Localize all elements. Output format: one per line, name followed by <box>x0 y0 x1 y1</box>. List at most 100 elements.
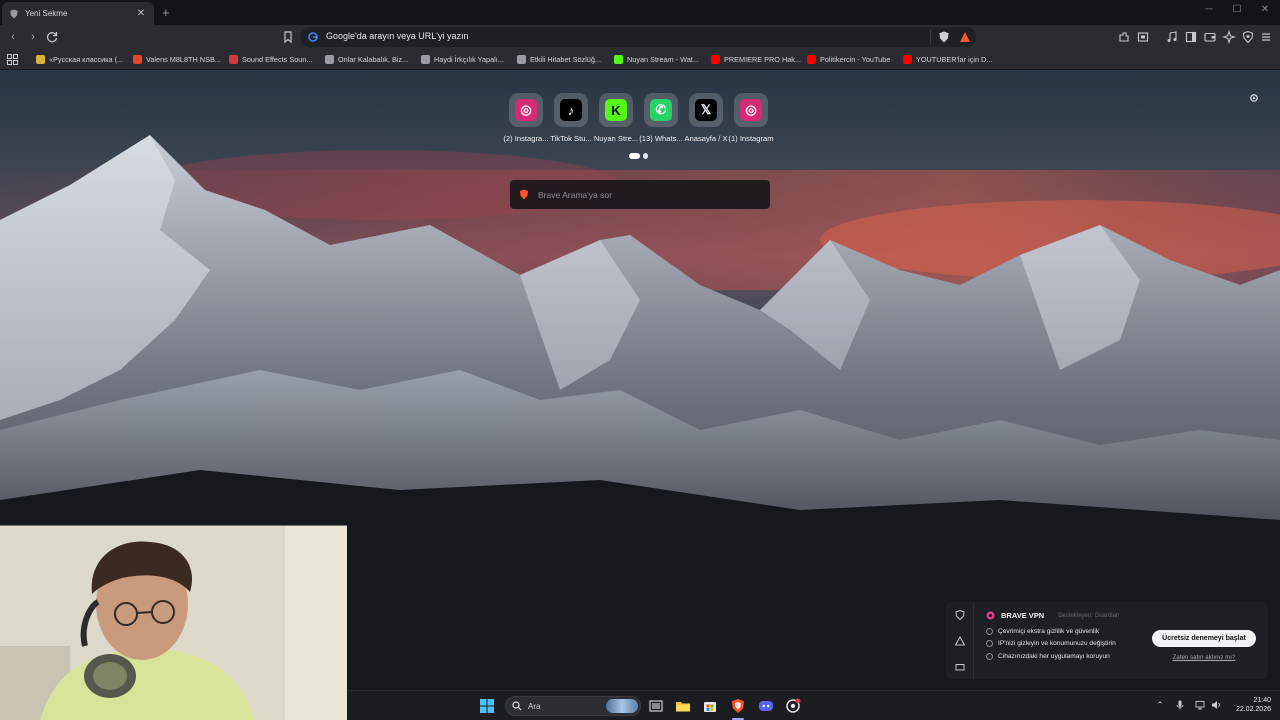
vpn-feature-text: Çevrimiçi ekstra gizlilik ve güvenlik <box>998 628 1100 635</box>
maximize-button[interactable]: ☐ <box>1228 4 1246 15</box>
tab-new-tab[interactable]: Yeni Sekme ✕ <box>2 2 154 25</box>
warning-triangle-icon[interactable] <box>955 636 965 646</box>
bookmark-item[interactable]: Nuyan Stream - Wat... <box>614 53 699 66</box>
vpn-card-sidebar <box>946 602 974 679</box>
bookmarks-bar: «Русская классика (... Valens M8L8TH NSB.… <box>0 49 1280 70</box>
network-icon[interactable] <box>1195 700 1205 710</box>
record-icon <box>133 55 142 64</box>
pager-dot-active[interactable] <box>629 153 640 159</box>
kick-icon <box>614 55 623 64</box>
vpn-shield-icon[interactable] <box>955 610 965 620</box>
sidebar-icon[interactable] <box>1184 30 1198 44</box>
address-bar[interactable]: Google'da arayın veya URL'yi yazın <box>300 27 976 47</box>
brave-shield-icon <box>10 9 18 18</box>
bookmark-item[interactable]: YOUTUBER'lar için D... <box>903 53 992 66</box>
volume-icon[interactable] <box>1211 700 1221 710</box>
instagram-icon: ◎ <box>515 99 537 121</box>
card-icon[interactable] <box>955 662 965 672</box>
vpn-header: BRAVE VPN Destekleyen: Guardian <box>986 611 1119 620</box>
bookmark-icon[interactable] <box>281 30 295 44</box>
windows-start-icon[interactable] <box>479 698 495 714</box>
globe-icon <box>325 55 334 64</box>
brave-browser-icon[interactable] <box>730 698 746 714</box>
bookmark-item[interactable]: «Русская классика (... <box>36 53 123 66</box>
ntp-settings-icon[interactable] <box>1248 92 1260 104</box>
vpn-feature: Çevrimiçi ekstra gizlilik ve güvenlik <box>986 628 1099 635</box>
top-site-tile[interactable]: ◎ (2) Instagra... <box>503 92 549 144</box>
top-site-icon-frame: ✆ <box>644 93 678 127</box>
wallet-icon[interactable] <box>1203 30 1217 44</box>
top-site-tile[interactable]: 𝕏 Anasayfa / X <box>684 92 728 144</box>
address-bar-divider <box>930 30 931 44</box>
already-purchased-link[interactable]: Zaten satın aldınız mı? <box>1152 654 1256 661</box>
kick-icon: K <box>605 99 627 121</box>
tab-title: Yeni Sekme <box>25 9 68 18</box>
globe-icon <box>421 55 430 64</box>
top-site-icon-frame: K <box>599 93 633 127</box>
system-clock[interactable]: 21:40 22.02.2026 <box>1227 696 1271 714</box>
menu-icon[interactable] <box>1259 30 1273 44</box>
bookmark-item[interactable]: PREMIERE PRO Hak... <box>711 53 801 66</box>
top-site-tile[interactable]: ✆ (13) Whats... <box>639 92 683 144</box>
microphone-icon[interactable] <box>1175 700 1185 710</box>
address-bar-text: Google'da arayın veya URL'yi yazın <box>326 31 469 41</box>
top-site-tile[interactable]: ◎ (1) Instagram <box>728 92 774 144</box>
brave-vpn-card: BRAVE VPN Destekleyen: Guardian Çevrimiç… <box>946 602 1268 679</box>
forward-icon[interactable]: › <box>26 30 40 44</box>
vpn-feature-text: Cihazınızdaki her uygulamayı koruyun <box>998 653 1110 660</box>
music-icon[interactable] <box>1165 30 1179 44</box>
taskbar-search[interactable]: Ara <box>505 696 641 716</box>
brave-search-box[interactable]: Brave Arama'ya sor <box>510 180 770 209</box>
bookmark-item[interactable]: Haydi İrkçılık Yapalı... <box>421 53 504 66</box>
vpn-title: BRAVE VPN <box>1001 611 1045 620</box>
reload-icon[interactable] <box>45 30 59 44</box>
top-site-tile[interactable]: ♪ TikTok Stu... <box>549 92 593 144</box>
tab-close-icon[interactable]: ✕ <box>135 8 147 19</box>
back-icon[interactable]: ‹ <box>6 30 20 44</box>
minimize-button[interactable]: ─ <box>1200 4 1218 15</box>
bookmark-item[interactable]: Onlar Kalabalık, Biz... <box>325 53 408 66</box>
vpn-feature-text: IP'nizi gizleyin ve konumunuzu değiştiri… <box>998 640 1116 647</box>
microsoft-store-icon[interactable] <box>702 698 718 714</box>
bookmark-label: «Русская классика (... <box>49 55 124 64</box>
apps-grid-icon[interactable] <box>7 54 18 65</box>
top-site-tile[interactable]: K Nuyan Stre... <box>594 92 638 144</box>
search-icon <box>512 701 522 711</box>
x-icon: 𝕏 <box>695 99 717 121</box>
globe-icon <box>517 55 526 64</box>
task-view-icon[interactable] <box>648 698 664 714</box>
bookmark-item[interactable]: Sound Effects Soun... <box>229 53 312 66</box>
vpn-logo-icon <box>986 611 995 620</box>
pager-dot[interactable] <box>643 153 648 159</box>
top-site-icon-frame: ♪ <box>554 93 588 127</box>
top-site-icon-frame: ◎ <box>734 93 768 127</box>
vpn-shield-icon[interactable] <box>1241 30 1255 44</box>
leo-ai-icon[interactable] <box>1222 30 1236 44</box>
top-sites-pager <box>629 153 651 159</box>
start-free-trial-button[interactable]: Ücretsiz denemeyi başlat <box>1152 630 1256 647</box>
recording-app-icon[interactable] <box>785 698 801 714</box>
top-sites: ◎ (2) Instagra... ♪ TikTok Stu... K Nuyan Str… <box>503 92 776 144</box>
tray-overflow-icon[interactable]: ⌃ <box>1155 700 1165 710</box>
vpn-feature: Cihazınızdaki her uygulamayı koruyun <box>986 653 1110 660</box>
tab-strip: Yeni Sekme ✕ + ─ ☐ ✕ <box>0 0 1280 25</box>
bookmark-item[interactable]: Politikercin - YouTube <box>807 53 890 66</box>
google-icon <box>308 32 318 42</box>
brave-rewards-icon[interactable] <box>959 31 971 43</box>
clock-time: 21:40 <box>1253 697 1271 704</box>
bookmark-item[interactable]: Etkili Hitabet Sözlüğ... <box>517 53 601 66</box>
discord-icon[interactable] <box>758 698 774 714</box>
extensions-icon[interactable] <box>1117 30 1131 44</box>
vpn-feature: IP'nizi gizleyin ve konumunuzu değiştiri… <box>986 640 1116 647</box>
window-close-button[interactable]: ✕ <box>1256 4 1274 15</box>
bookmark-label: Sound Effects Soun... <box>242 55 313 64</box>
new-tab-button[interactable]: + <box>162 5 174 20</box>
file-explorer-icon[interactable] <box>675 698 691 714</box>
brave-shields-icon[interactable] <box>938 31 950 43</box>
bookmark-item[interactable]: Valens M8L8TH NSB... <box>133 53 221 66</box>
bookmark-label: YOUTUBER'lar için D... <box>916 55 993 64</box>
top-site-icon-frame: 𝕏 <box>689 93 723 127</box>
taskbar-search-placeholder: Ara <box>528 702 541 711</box>
screenshot-icon[interactable] <box>1136 30 1150 44</box>
bookmark-label: Onlar Kalabalık, Biz... <box>338 55 409 64</box>
